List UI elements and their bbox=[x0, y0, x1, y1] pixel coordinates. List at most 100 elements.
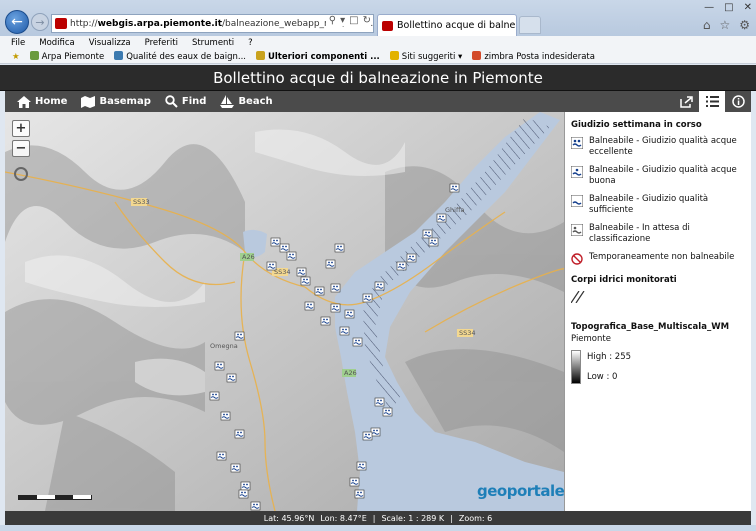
beach-marker[interactable] bbox=[216, 451, 227, 461]
share-button[interactable] bbox=[673, 91, 699, 112]
maximize-icon[interactable]: □ bbox=[724, 2, 733, 13]
beach-marker[interactable] bbox=[396, 261, 407, 271]
search-icon[interactable]: ⚲ bbox=[329, 15, 336, 26]
beach-button[interactable]: Beach bbox=[220, 95, 273, 108]
new-tab-button[interactable] bbox=[519, 16, 541, 34]
url-prefix: http:// bbox=[70, 18, 98, 29]
beach-marker[interactable] bbox=[234, 331, 245, 341]
gradient-low-label: Low : 0 bbox=[587, 372, 618, 382]
menu-modifica[interactable]: Modifica bbox=[39, 38, 75, 48]
beach-marker[interactable] bbox=[330, 283, 341, 293]
no-swim-icon bbox=[571, 253, 583, 265]
beach-marker[interactable] bbox=[428, 237, 439, 247]
map-label-ss33: SS33 bbox=[133, 198, 150, 206]
back-button[interactable]: ← bbox=[5, 10, 29, 34]
status-lon: Lon: 8.47°E bbox=[320, 513, 367, 523]
beach-marker[interactable] bbox=[304, 301, 315, 311]
beach-marker[interactable] bbox=[449, 183, 460, 193]
map-label-ss34: SS34 bbox=[274, 268, 291, 276]
home-icon bbox=[17, 95, 31, 108]
beach-marker[interactable] bbox=[286, 251, 297, 261]
beach-marker[interactable] bbox=[362, 431, 373, 441]
home-icon[interactable]: ⌂ bbox=[703, 18, 711, 32]
beach-marker[interactable] bbox=[344, 309, 355, 319]
browser-tab[interactable]: Bollettino acque di balnea... × bbox=[377, 14, 517, 36]
favorite-link[interactable]: Siti suggeriti ▾ bbox=[389, 51, 462, 62]
beach-marker[interactable] bbox=[240, 481, 251, 491]
legend-section-title: Topografica_Base_Multiscala_WM bbox=[571, 322, 730, 332]
menu-bar: File Modifica Visualizza Preferiti Strum… bbox=[0, 36, 756, 50]
legend-item: Temporaneamente non balneabile bbox=[571, 252, 745, 265]
beach-marker[interactable] bbox=[300, 276, 311, 286]
status-scale: Scale: 1 : 289 K bbox=[381, 513, 445, 523]
url-host: webgis.arpa.piemonte.it bbox=[97, 18, 223, 29]
beach-marker[interactable] bbox=[406, 253, 417, 263]
beach-marker[interactable] bbox=[354, 489, 365, 499]
beach-marker[interactable] bbox=[334, 243, 345, 253]
globe-icon bbox=[114, 51, 124, 60]
beach-marker[interactable] bbox=[325, 259, 336, 269]
beach-marker[interactable] bbox=[314, 286, 325, 296]
elevation-gradient bbox=[571, 350, 581, 384]
favorites-star-icon[interactable]: ☆ bbox=[719, 18, 730, 32]
beach-marker[interactable] bbox=[279, 243, 290, 253]
beach-marker[interactable] bbox=[362, 293, 373, 303]
beach-marker[interactable] bbox=[382, 407, 393, 417]
beach-marker[interactable] bbox=[234, 429, 245, 439]
favorite-link[interactable]: Ulteriori componenti ... bbox=[255, 51, 380, 62]
beach-marker[interactable] bbox=[296, 267, 307, 277]
basemap-button[interactable]: Basemap bbox=[81, 95, 151, 108]
map-canvas[interactable]: SS33 A26 SS34 Ghiffa Omegna A26 SS34 bbox=[5, 112, 564, 511]
info-button[interactable] bbox=[725, 91, 751, 112]
beach-marker[interactable] bbox=[330, 303, 341, 313]
beach-marker[interactable] bbox=[220, 411, 231, 421]
find-button[interactable]: Find bbox=[165, 95, 206, 108]
beach-marker[interactable] bbox=[352, 337, 363, 347]
beach-marker[interactable] bbox=[370, 427, 381, 437]
geoportale-logo: geoportale bbox=[477, 482, 564, 500]
sailboat-icon bbox=[220, 95, 235, 108]
favorite-link[interactable]: zimbra Posta indesiderata bbox=[472, 51, 595, 62]
locate-button[interactable] bbox=[14, 167, 28, 181]
zoom-out-button[interactable]: − bbox=[12, 140, 30, 157]
legend-section-title: Corpi idrici monitorati bbox=[571, 275, 677, 285]
beach-marker[interactable] bbox=[422, 229, 433, 239]
beach-marker[interactable] bbox=[339, 326, 350, 336]
beach-marker[interactable] bbox=[250, 501, 261, 511]
beach-marker[interactable] bbox=[226, 373, 237, 383]
minimize-icon[interactable]: — bbox=[704, 2, 714, 13]
forward-button[interactable]: → bbox=[31, 13, 49, 31]
beach-marker[interactable] bbox=[356, 461, 367, 471]
favorite-link[interactable]: Arpa Piemonte bbox=[29, 51, 104, 62]
close-window-icon[interactable]: ✕ bbox=[744, 2, 752, 13]
beach-marker[interactable] bbox=[238, 489, 249, 499]
beach-marker[interactable] bbox=[214, 361, 225, 371]
legend-item: Balneabile - Giudizio qualità acque buon… bbox=[571, 165, 745, 187]
map-view[interactable]: SS33 A26 SS34 Ghiffa Omegna A26 SS34 + −… bbox=[5, 112, 564, 511]
swim-sufficient-icon bbox=[571, 195, 583, 207]
menu-visualizza[interactable]: Visualizza bbox=[89, 38, 131, 48]
app-header: Bollettino acque di balneazione in Piemo… bbox=[0, 65, 756, 91]
settings-gear-icon[interactable]: ⚙ bbox=[739, 18, 750, 32]
address-bar[interactable]: http://webgis.arpa.piemonte.it/balneazio… bbox=[51, 14, 374, 33]
favorite-link[interactable]: Qualité des eaux de baign... bbox=[114, 51, 246, 62]
legend-button[interactable] bbox=[699, 91, 725, 112]
beach-marker[interactable] bbox=[374, 281, 385, 291]
beach-marker[interactable] bbox=[270, 237, 281, 247]
beach-marker[interactable] bbox=[230, 463, 241, 473]
beach-marker[interactable] bbox=[349, 477, 360, 487]
beach-marker[interactable] bbox=[320, 316, 331, 326]
dropdown-icon[interactable]: ▾ bbox=[340, 15, 345, 26]
addon-icon bbox=[255, 51, 265, 60]
menu-preferiti[interactable]: Preferiti bbox=[145, 38, 178, 48]
refresh-icon[interactable]: ↻ bbox=[363, 15, 371, 26]
beach-marker[interactable] bbox=[209, 391, 220, 401]
beach-marker[interactable] bbox=[436, 213, 447, 223]
zoom-in-button[interactable]: + bbox=[12, 120, 30, 137]
menu-help[interactable]: ? bbox=[248, 38, 253, 48]
menu-strumenti[interactable]: Strumenti bbox=[192, 38, 234, 48]
beach-marker[interactable] bbox=[374, 397, 385, 407]
menu-file[interactable]: File bbox=[11, 38, 25, 48]
home-button[interactable]: Home bbox=[17, 95, 67, 108]
beach-marker[interactable] bbox=[266, 261, 277, 271]
